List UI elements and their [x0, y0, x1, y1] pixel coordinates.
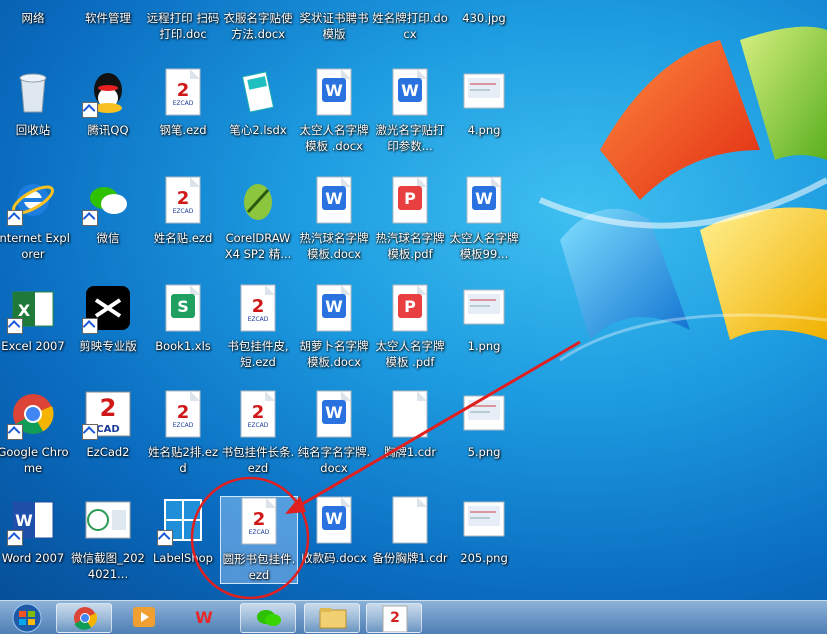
chrome-icon	[74, 607, 98, 630]
start-button[interactable]	[2, 603, 52, 633]
wechat-icon	[257, 610, 281, 626]
desktop: 网络 软件管理 远程打印 扫码打印.doc 衣服名字贴使方法.docx 奖状证书聘书模版…	[0, 0, 827, 600]
taskbar-item-explorer[interactable]	[304, 603, 360, 633]
red-arrow-line	[291, 340, 581, 512]
taskbar-item-wechat[interactable]	[240, 603, 296, 633]
svg-text:2: 2	[390, 610, 400, 626]
windows-start-icon	[12, 603, 42, 633]
red-circle-annotation	[190, 476, 310, 600]
svg-text:W: W	[195, 608, 213, 627]
annotation-overlay	[190, 340, 581, 600]
wps-icon: W	[195, 608, 213, 627]
video-player-icon	[133, 607, 155, 627]
taskbar-item-video[interactable]	[116, 603, 172, 633]
red-arrow-head	[285, 496, 306, 514]
file-explorer-icon	[319, 608, 347, 629]
taskbar-item-wps[interactable]: W	[176, 603, 232, 633]
taskbar-item-ezcad[interactable]: 2	[366, 603, 422, 633]
taskbar-item-chrome[interactable]	[56, 603, 112, 633]
ezcad-icon: 2	[382, 605, 408, 633]
taskbar: W 2	[0, 600, 827, 634]
